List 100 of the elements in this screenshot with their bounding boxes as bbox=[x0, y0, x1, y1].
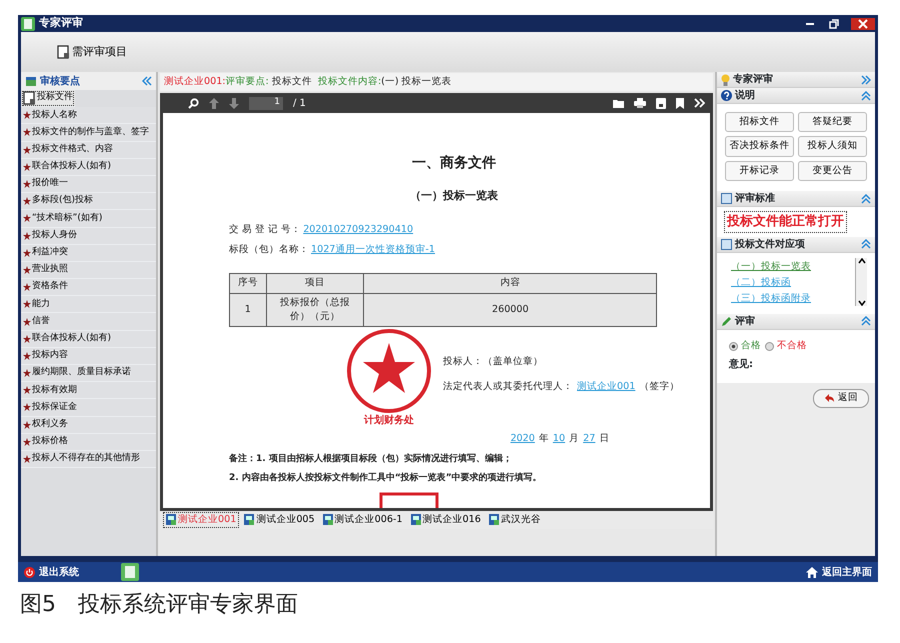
document-button[interactable]: 否决投标条件 bbox=[725, 136, 794, 157]
review-point-item[interactable]: 投标有效期 bbox=[21, 382, 156, 400]
document-link[interactable]: （一）投标一览表 bbox=[731, 260, 811, 274]
light-bulb-icon bbox=[721, 74, 730, 86]
collapse-icon[interactable] bbox=[861, 316, 871, 326]
expand-icon[interactable] bbox=[861, 74, 871, 84]
breadcrumb: 测试企业001:评审要点: 投标文件 投标文件内容:(一) 投标一览表 bbox=[160, 73, 713, 91]
date-unit: 年 bbox=[538, 432, 549, 446]
close-button[interactable] bbox=[851, 18, 875, 30]
exit-button[interactable]: 退出系统 bbox=[18, 564, 85, 580]
star-icon bbox=[23, 128, 31, 136]
collapse-icon[interactable] bbox=[861, 239, 871, 250]
collapse-icon[interactable] bbox=[142, 76, 152, 86]
review-point-item[interactable]: 利益冲突 bbox=[21, 244, 156, 262]
save-icon bbox=[656, 98, 666, 108]
star-icon bbox=[23, 248, 31, 257]
radio-option[interactable]: 合格 bbox=[729, 338, 761, 354]
review-point-item[interactable]: 权利义务 bbox=[21, 416, 156, 434]
save-button[interactable] bbox=[656, 98, 666, 108]
star-icon bbox=[23, 214, 31, 222]
power-icon bbox=[24, 566, 35, 578]
review-point-item[interactable]: 资格条件 bbox=[21, 279, 156, 296]
page-number-field[interactable]: 1 bbox=[249, 96, 283, 110]
back-button[interactable]: 返回 bbox=[813, 389, 869, 408]
star-icon bbox=[23, 420, 31, 429]
restore-button[interactable] bbox=[827, 18, 841, 30]
down-arrow-icon bbox=[229, 98, 239, 108]
date-value: 27 bbox=[583, 432, 596, 446]
star-icon bbox=[23, 111, 31, 120]
help-icon bbox=[721, 90, 732, 101]
signature-note: （签字） bbox=[639, 380, 680, 392]
star-icon bbox=[23, 369, 31, 378]
review-point-item[interactable]: 投标文件的制作与盖章、签字 bbox=[21, 124, 156, 142]
review-point-item[interactable]: 投标人不得存在的其他情形 bbox=[21, 450, 156, 468]
print-button[interactable] bbox=[634, 98, 646, 108]
radio-option[interactable]: 不合格 bbox=[765, 338, 807, 354]
double-chevron-icon bbox=[694, 98, 705, 108]
document-button[interactable]: 开标记录 bbox=[725, 160, 794, 182]
bidder-tab[interactable]: 测试企业016 bbox=[408, 512, 483, 528]
review-point-item[interactable]: 报价唯一 bbox=[21, 176, 156, 194]
review-point-item[interactable]: 能力 bbox=[21, 296, 156, 314]
collapse-icon[interactable] bbox=[861, 90, 871, 100]
bidder-tab[interactable]: 武汉光谷 bbox=[486, 512, 543, 528]
document-button[interactable]: 变更公告 bbox=[798, 160, 867, 182]
section-title: 评审 bbox=[735, 314, 755, 329]
review-point-item[interactable]: 联合体投标人(如有) bbox=[21, 330, 156, 348]
bidder-tab[interactable]: 测试企业006-1 bbox=[320, 512, 405, 528]
previous-page-button[interactable] bbox=[209, 98, 219, 108]
star-icon bbox=[23, 197, 31, 206]
document-button[interactable]: 招标文件 bbox=[725, 112, 794, 132]
home-button[interactable]: 返回主界面 bbox=[800, 564, 878, 580]
review-point-item[interactable]: 投标保证金 bbox=[21, 399, 156, 417]
review-point-item[interactable]: 信誉 bbox=[21, 313, 156, 331]
bidder-tab[interactable]: 测试企业001 bbox=[164, 512, 238, 528]
review-point-item[interactable]: 营业执照 bbox=[21, 262, 156, 280]
remark-line: 备注：1. 项目由招标人根据项目标段（包）实际情况进行填写、编辑； bbox=[229, 452, 513, 466]
agent-label: 法定代表人或其委托代理人： bbox=[443, 380, 573, 392]
search-button[interactable] bbox=[188, 98, 199, 108]
window-title: 专家评审 bbox=[39, 15, 83, 32]
minimize-icon bbox=[806, 22, 814, 24]
document-button[interactable]: 投标人须知 bbox=[798, 136, 867, 157]
date-value: 2020 bbox=[510, 432, 535, 446]
window-icon bbox=[721, 238, 732, 250]
document-button[interactable]: 答疑纪要 bbox=[798, 112, 867, 132]
bidder-tab[interactable]: 测试企业005 bbox=[242, 512, 317, 528]
up-arrow-icon bbox=[209, 98, 219, 108]
figure-caption: 图5 投标系统评审专家界面 bbox=[20, 591, 299, 619]
star-icon bbox=[23, 162, 31, 171]
table-header-cell: 项目 bbox=[266, 274, 364, 294]
panel-title: 审核要点 bbox=[40, 74, 80, 88]
field-value: 1027通用一次性资格预审-1 bbox=[311, 242, 435, 257]
restore-icon bbox=[829, 18, 839, 28]
toolbar-button[interactable]: 需评审项目 bbox=[55, 42, 129, 62]
review-point-item[interactable]: 投标人身份 bbox=[21, 228, 156, 245]
review-point-item[interactable]: 投标价格 bbox=[21, 434, 156, 451]
review-point-item[interactable]: 投标内容 bbox=[21, 348, 156, 365]
star-icon bbox=[23, 352, 31, 360]
review-point-item[interactable]: 履约期限、质量目标承诺 bbox=[21, 365, 156, 382]
app-icon bbox=[121, 563, 139, 581]
star-icon bbox=[23, 180, 31, 188]
review-point-item[interactable]: 投标文件格式、内容 bbox=[21, 142, 156, 159]
review-point-item[interactable]: 投标人名称 bbox=[21, 107, 156, 124]
date-unit: 月 bbox=[569, 432, 580, 446]
review-point-item[interactable]: 多标段(包)投标 bbox=[21, 193, 156, 210]
review-point-item[interactable]: 联合体投标人(如有) bbox=[21, 158, 156, 176]
review-point-item[interactable]: 投标文件 bbox=[21, 90, 75, 108]
more-tools-button[interactable] bbox=[694, 98, 705, 108]
section-title: 说明 bbox=[735, 88, 755, 103]
collapse-icon[interactable] bbox=[861, 194, 871, 204]
pencil-icon bbox=[721, 316, 732, 327]
star-icon bbox=[23, 455, 31, 464]
star-icon bbox=[23, 318, 31, 326]
star-icon bbox=[23, 334, 31, 343]
scrollbar[interactable] bbox=[855, 258, 867, 306]
review-point-item[interactable]: “技术暗标”(如有) bbox=[21, 210, 156, 228]
document-subtitle: （一）投标一览表 bbox=[409, 188, 500, 204]
next-page-button[interactable] bbox=[229, 98, 239, 108]
seal-text: 计划财务处 bbox=[364, 414, 414, 428]
bookmark-button[interactable] bbox=[676, 98, 684, 108]
table-header-cell: 序号 bbox=[230, 274, 266, 294]
